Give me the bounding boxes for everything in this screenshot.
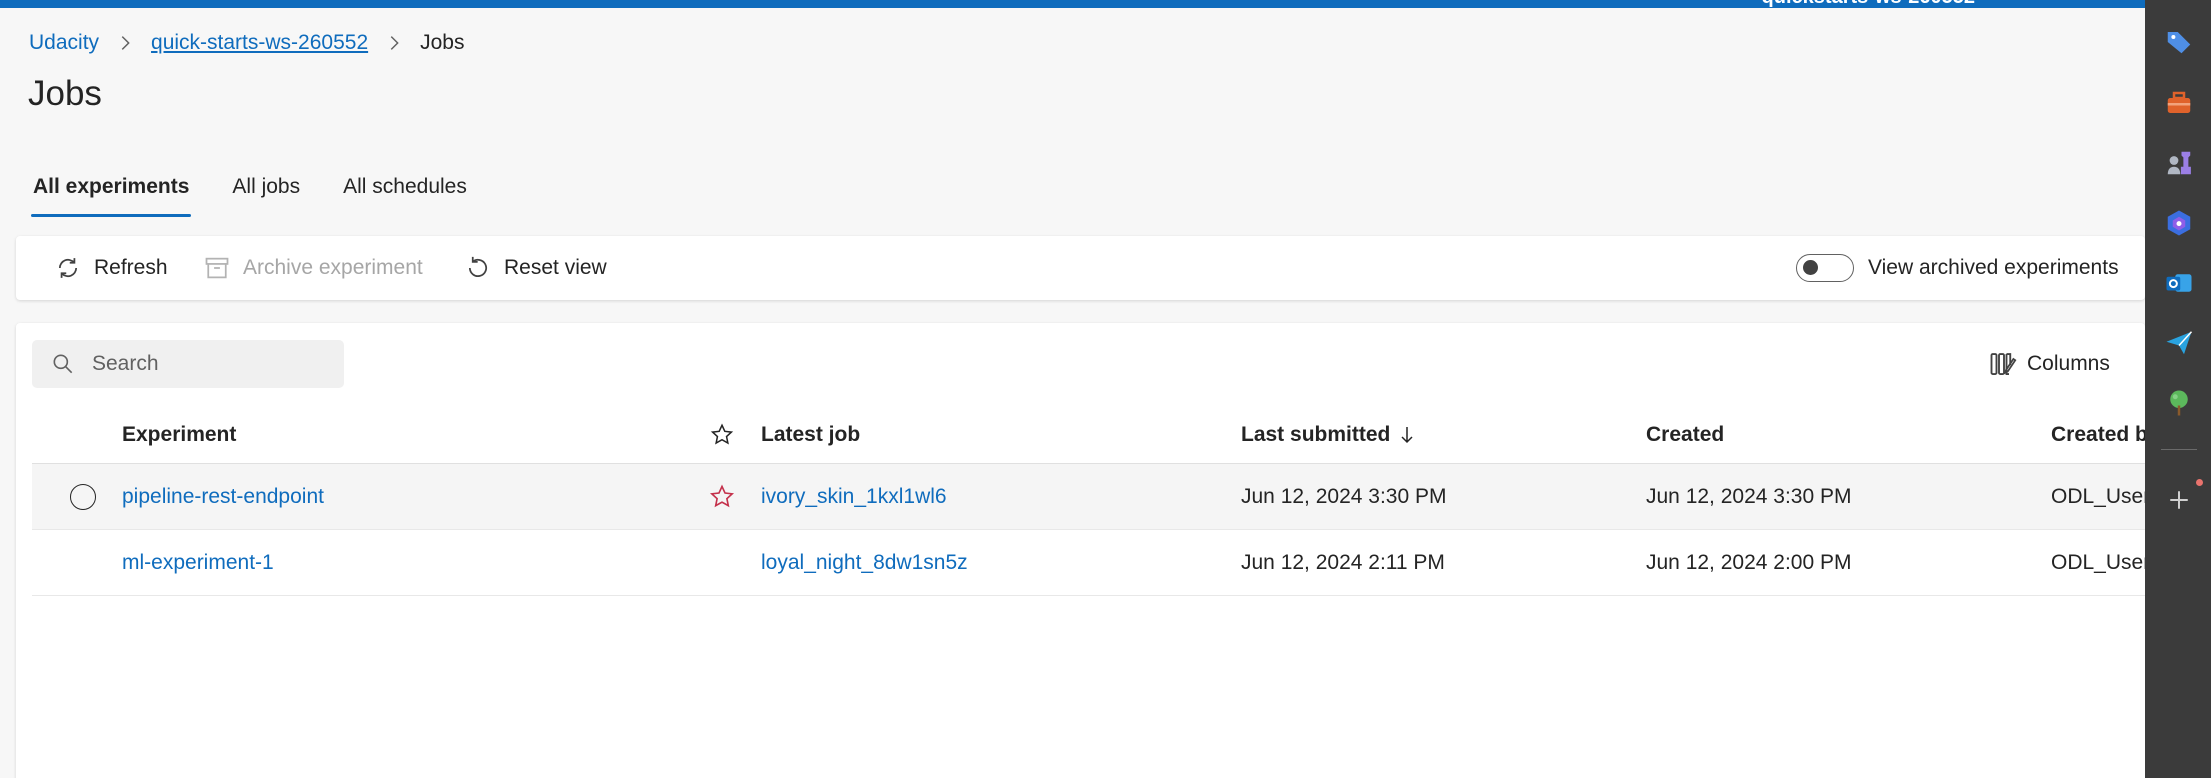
header-experiment[interactable]: Experiment <box>122 407 236 463</box>
tag-icon[interactable] <box>2164 27 2194 57</box>
latest-job-link[interactable]: loyal_night_8dw1sn5z <box>761 530 968 595</box>
sort-descending-icon <box>1401 427 1413 444</box>
page-title: Jobs <box>28 74 102 113</box>
archive-label: Archive experiment <box>243 256 423 279</box>
table-header: Experiment Latest job Last submitted Cre… <box>32 407 2145 464</box>
archive-icon <box>205 257 229 279</box>
breadcrumb: Udacity quick-starts-ws-260552 Jobs <box>29 20 464 66</box>
search-box <box>32 340 344 388</box>
chevron-right-icon <box>121 36 130 50</box>
tree-icon[interactable] <box>2164 388 2194 418</box>
toggle-knob <box>1803 260 1818 275</box>
view-archived-label: View archived experiments <box>1868 256 2119 279</box>
breadcrumb-current: Jobs <box>420 31 465 54</box>
columns-icon <box>1990 353 2017 375</box>
sidebar-divider <box>2161 449 2197 450</box>
search-input[interactable] <box>90 351 334 377</box>
table-row[interactable]: ml-experiment-1 loyal_night_8dw1sn5z Jun… <box>32 530 2145 596</box>
main-content: Udacity quick-starts-ws-260552 Jobs Jobs… <box>0 8 2145 778</box>
archive-experiment-button[interactable]: Archive experiment <box>203 236 423 300</box>
last-submitted-cell: Jun 12, 2024 3:30 PM <box>1241 484 1447 508</box>
header-last-submitted-label: Last submitted <box>1241 423 1391 446</box>
refresh-label: Refresh <box>94 256 168 279</box>
reset-view-button[interactable]: Reset view <box>464 236 607 300</box>
top-accent-bar: quickstarts-ws-260552 <box>0 0 2145 8</box>
tab-list: All experiments All jobs All schedules <box>30 166 510 217</box>
browser-sidebar <box>2145 0 2211 778</box>
refresh-icon <box>58 258 78 278</box>
search-icon <box>53 354 73 374</box>
toolbox-icon[interactable] <box>2164 88 2194 118</box>
last-submitted-cell: Jun 12, 2024 2:11 PM <box>1241 550 1445 574</box>
header-last-submitted[interactable]: Last submitted <box>1241 407 1418 463</box>
table-row[interactable]: pipeline-rest-endpoint ivory_skin_1kxl1w… <box>32 464 2145 530</box>
view-archived-toggle-group: View archived experiments <box>1796 236 2119 300</box>
tab-all-jobs[interactable]: All jobs <box>232 166 300 208</box>
experiment-link[interactable]: ml-experiment-1 <box>122 530 274 595</box>
created-cell: Jun 12, 2024 2:00 PM <box>1646 550 1852 574</box>
tab-all-experiments[interactable]: All experiments <box>30 166 192 217</box>
copilot-icon[interactable] <box>2164 208 2194 238</box>
view-archived-toggle[interactable] <box>1796 254 1854 282</box>
notification-dot <box>2196 479 2203 486</box>
experiments-panel: Columns Experiment Latest job Last submi… <box>16 323 2145 778</box>
columns-button[interactable]: Columns <box>1989 340 2110 388</box>
star-outline-icon <box>710 423 734 445</box>
favorite-cell <box>708 464 736 529</box>
created-cell: Jun 12, 2024 3:30 PM <box>1646 484 1852 508</box>
breadcrumb-udacity[interactable]: Udacity <box>29 31 99 55</box>
tab-all-schedules[interactable]: All schedules <box>343 166 467 208</box>
columns-label: Columns <box>2027 352 2110 375</box>
reset-icon <box>468 256 488 277</box>
star-favorite-icon[interactable] <box>708 483 736 511</box>
add-icon[interactable] <box>2164 485 2194 515</box>
refresh-button[interactable]: Refresh <box>54 236 168 300</box>
row-select-cell <box>70 464 96 529</box>
header-created[interactable]: Created <box>1646 407 1724 463</box>
experiment-link[interactable]: pipeline-rest-endpoint <box>122 464 324 529</box>
created-by-cell: ODL_User <box>2051 550 2145 574</box>
chevron-right-icon <box>390 36 399 50</box>
outlook-icon[interactable] <box>2164 268 2194 298</box>
chess-icon[interactable] <box>2164 148 2194 178</box>
created-by-cell: ODL_User <box>2051 484 2145 508</box>
send-icon[interactable] <box>2164 328 2194 358</box>
latest-job-link[interactable]: ivory_skin_1kxl1wl6 <box>761 464 947 529</box>
header-favorite <box>709 407 735 463</box>
workspace-header-text: quickstarts-ws-260552 <box>1762 0 1975 8</box>
reset-label: Reset view <box>504 256 607 279</box>
breadcrumb-workspace[interactable]: quick-starts-ws-260552 <box>151 31 368 55</box>
command-bar: Refresh Archive experiment Reset view Vi… <box>16 236 2145 300</box>
header-latest-job[interactable]: Latest job <box>761 407 860 463</box>
row-select-radio[interactable] <box>70 483 96 510</box>
header-created-by[interactable]: Created by <box>2051 407 2145 463</box>
